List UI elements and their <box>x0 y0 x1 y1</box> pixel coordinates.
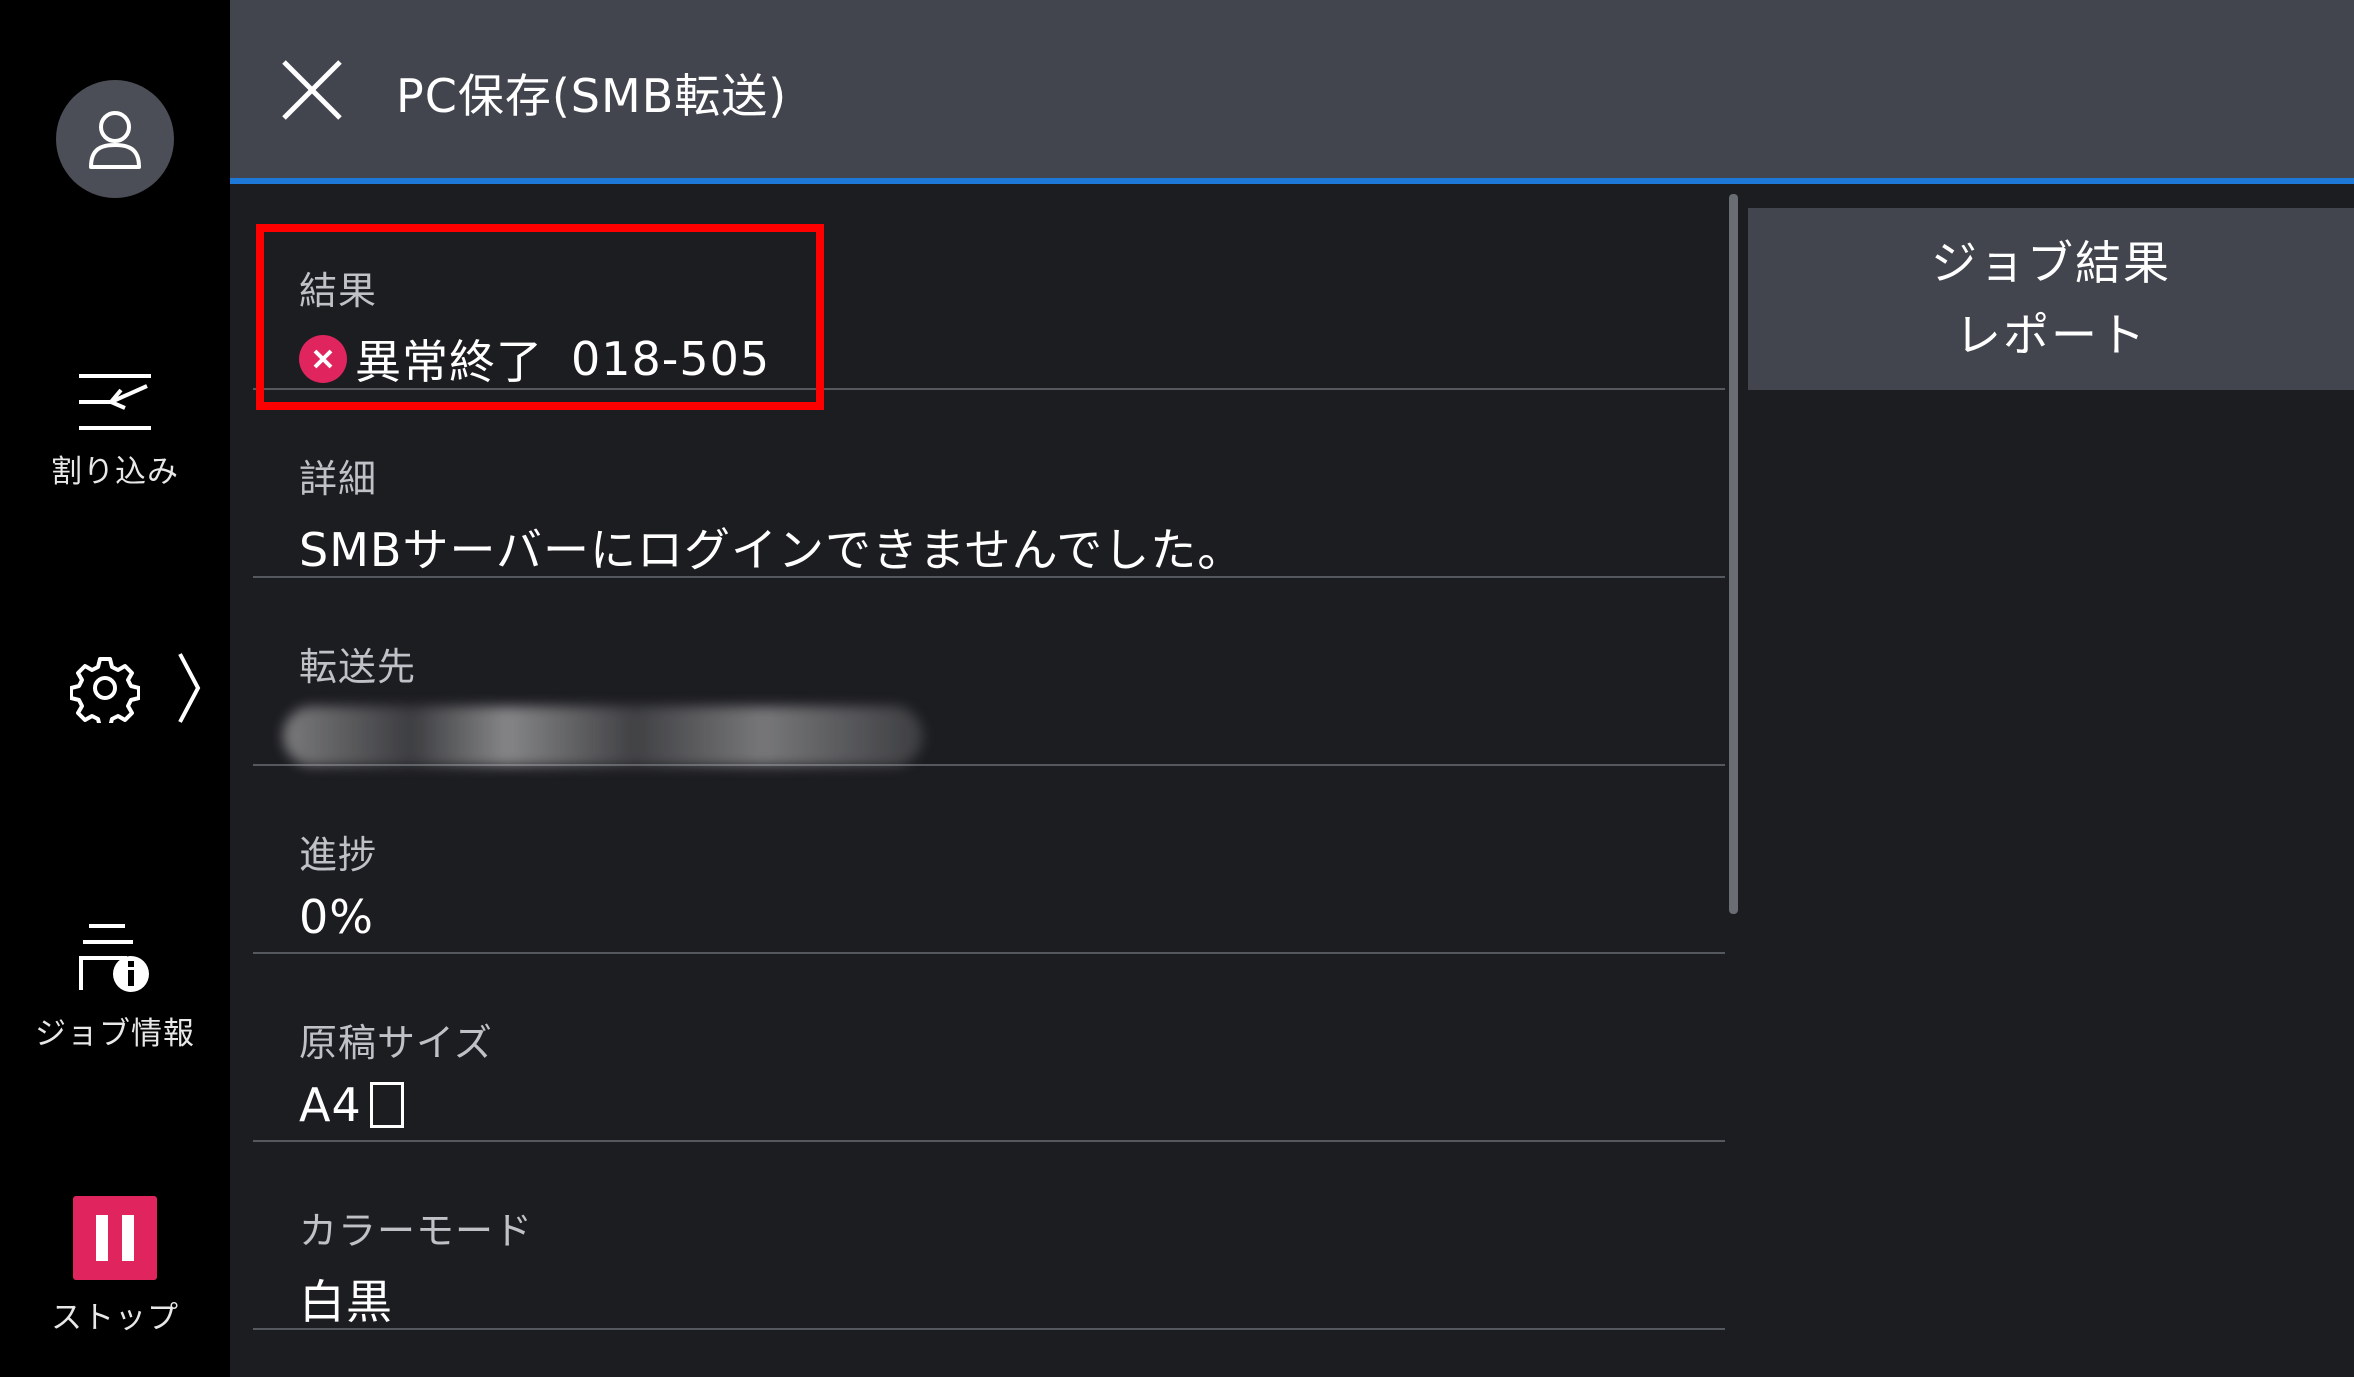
user-button[interactable] <box>56 80 174 198</box>
original-size-label: 原稿サイズ <box>299 1021 493 1065</box>
list-scrollbar[interactable] <box>1729 194 1738 914</box>
close-button[interactable] <box>278 56 346 124</box>
report-button-line2: レポート <box>1955 308 2147 362</box>
stop-button[interactable]: ストップ <box>0 1196 230 1337</box>
job-result-report-button[interactable]: ジョブ結果 レポート <box>1748 208 2354 390</box>
row-result: 結果 異常終了 018-505 <box>253 202 1725 390</box>
progress-value: 0% <box>299 890 374 944</box>
user-icon <box>89 111 141 169</box>
color-mode-label: カラーモード <box>299 1209 534 1253</box>
destination-label: 転送先 <box>299 645 417 689</box>
portrait-orientation-icon <box>369 1082 404 1128</box>
page-title: PC保存(SMB転送) <box>396 69 788 123</box>
job-details-list: 結果 異常終了 018-505 詳細 SMBサーバーにログインできませんでした。… <box>253 202 1725 1330</box>
result-label: 結果 <box>299 269 378 313</box>
chevron-right-icon <box>178 653 201 723</box>
row-color-mode: カラーモード 白黒 <box>253 1142 1725 1330</box>
row-original-size: 原稿サイズ A4 <box>253 954 1725 1142</box>
progress-label: 進捗 <box>299 833 378 877</box>
settings-button[interactable] <box>70 640 220 736</box>
job-info-button[interactable]: ジョブ情報 <box>0 920 230 1053</box>
result-error-code: 018-505 <box>571 332 771 386</box>
stop-label: ストップ <box>51 1300 179 1336</box>
interrupt-label: 割り込み <box>51 454 179 490</box>
result-value: 異常終了 018-505 <box>299 326 770 392</box>
job-info-label: ジョブ情報 <box>35 1016 195 1052</box>
detail-label: 詳細 <box>299 457 378 501</box>
error-icon <box>299 335 347 383</box>
interrupt-button[interactable]: 割り込み <box>0 370 230 491</box>
destination-value-redacted <box>283 706 923 766</box>
row-detail: 詳細 SMBサーバーにログインできませんでした。 <box>253 390 1725 578</box>
pause-icon <box>73 1196 157 1280</box>
report-button-label: ジョブ結果 レポート <box>1931 227 2171 371</box>
close-icon <box>282 60 342 120</box>
original-size-text: A4 <box>299 1078 362 1132</box>
gear-icon <box>70 657 140 723</box>
row-progress: 進捗 0% <box>253 766 1725 954</box>
result-status: 異常終了 <box>355 335 543 389</box>
row-destination: 転送先 <box>253 578 1725 766</box>
report-button-line1: ジョブ結果 <box>1931 236 2171 290</box>
color-mode-value: 白黒 <box>299 1275 393 1329</box>
app-window: 割り込み ジョブ情報 ストップ PC保存(SMB転送) 結果 異常終了 018-… <box>0 0 2354 1377</box>
original-size-value: A4 <box>299 1078 404 1132</box>
header-accent-line <box>230 178 2354 184</box>
detail-value: SMBサーバーにログインできませんでした。 <box>299 523 1245 577</box>
left-rail: 割り込み ジョブ情報 ストップ <box>0 0 230 1377</box>
interrupt-icon <box>79 374 151 430</box>
job-info-icon <box>79 924 149 992</box>
